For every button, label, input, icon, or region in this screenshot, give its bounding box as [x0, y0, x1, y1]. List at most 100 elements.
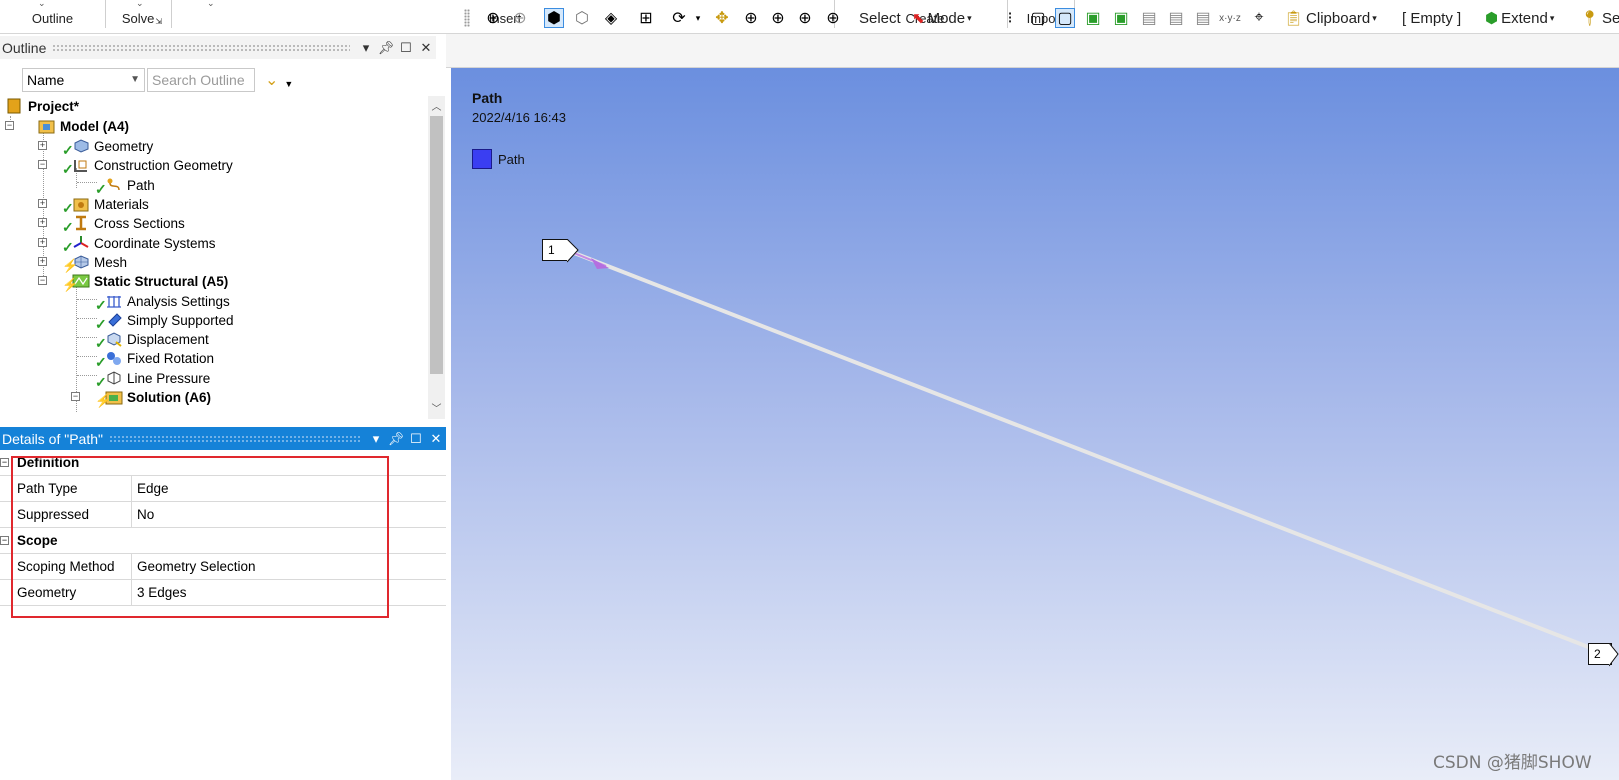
tree-item-displacement[interactable]: ✓ Displacement — [95, 329, 209, 352]
extend-icon: ⬢ — [1485, 10, 1499, 27]
collapse-toggle[interactable]: − — [0, 458, 9, 467]
tree-item-geometry[interactable]: ✓ Geometry — [62, 136, 154, 159]
fixed-rotation-icon: ✓ — [95, 350, 123, 370]
cursor-icon: ⬉ — [912, 10, 925, 27]
collapse-toggle[interactable]: − — [5, 121, 14, 130]
project-icon — [6, 98, 24, 114]
tree-item-cross-sections[interactable]: ✓ Cross Sections — [62, 213, 185, 236]
selection-info-button[interactable]: 📍︎ Se — [1580, 7, 1619, 29]
wireframe-view-icon[interactable]: ⬡ — [572, 8, 592, 28]
filter-chevron-icon[interactable]: ⌄ — [265, 70, 278, 90]
pane-menu-icon[interactable]: ▾ — [366, 431, 386, 447]
magnifier-icon[interactable]: ⊕ — [823, 8, 843, 28]
tree-item-static-structural[interactable]: ⚡ Static Structural (A5) — [62, 271, 228, 293]
expand-toggle[interactable]: + — [38, 238, 47, 247]
caret-down-icon[interactable]: ▼ — [284, 79, 293, 89]
pin-icon[interactable]: 📌︎ — [376, 40, 396, 56]
collapse-toggle[interactable]: − — [0, 536, 9, 545]
pane-menu-icon[interactable]: ▾ — [356, 40, 376, 56]
pan-icon[interactable]: ✥ — [712, 8, 732, 28]
materials-icon: ✓ — [62, 196, 90, 216]
search-outline-input[interactable]: Search Outline — [147, 67, 255, 92]
drag-grip[interactable] — [109, 434, 360, 443]
coordinate-systems-icon: ✓ — [62, 235, 90, 255]
scroll-up-icon[interactable]: ︿ — [428, 98, 445, 114]
tree-item-analysis-settings[interactable]: ✓ Analysis Settings — [95, 291, 230, 314]
tree-item-label: Geometry — [94, 138, 154, 154]
tree-item-line-pressure[interactable]: ✓ Line Pressure — [95, 368, 211, 391]
tree-item-label: Fixed Rotation — [127, 350, 215, 366]
tree-item-label: Line Pressure — [127, 370, 211, 386]
tree-item-materials[interactable]: ✓ Materials — [62, 194, 149, 217]
mode-button[interactable]: ⬉ Mode ▾ — [912, 7, 972, 29]
zoom-out-icon[interactable]: ⊖ — [510, 8, 530, 28]
clipboard-button[interactable]: 📋︎ Clipboard ▾ — [1284, 7, 1377, 29]
select-face-icon[interactable]: ▢ — [1055, 8, 1075, 28]
pick-icon[interactable]: ⌖ — [1249, 8, 1269, 28]
close-icon[interactable]: ✕ — [416, 40, 436, 56]
hide-icon[interactable]: ◈ — [601, 8, 621, 28]
tree-item-label: Project* — [28, 98, 80, 114]
tree-item-label: Path — [127, 177, 155, 193]
collapse-toggle[interactable]: − — [71, 392, 80, 401]
expand-toggle[interactable]: + — [38, 257, 47, 266]
zoom-in-icon[interactable]: ⊕ — [483, 8, 503, 28]
expand-toggle[interactable]: + — [38, 141, 47, 150]
select-edge-icon[interactable]: ▢ — [1028, 8, 1048, 28]
select-mesh-face-icon[interactable]: ▤ — [1166, 8, 1186, 28]
toolbar-grip[interactable] — [464, 9, 470, 27]
highlight-annotation-box — [11, 456, 389, 618]
rotate-icon[interactable]: ⟳ — [669, 8, 689, 28]
ribbon-group-solve[interactable]: Solve ⇲ — [112, 0, 172, 34]
analysis-settings-icon: ✓ — [95, 293, 123, 313]
path-line — [568, 249, 1597, 652]
select-vertex-icon[interactable]: ⁝ — [1000, 8, 1020, 28]
clipboard-icon: 📋︎ — [1284, 10, 1304, 27]
zoom-to-fit-icon[interactable]: ⊕ — [795, 8, 815, 28]
pin-icon[interactable]: 📌︎ — [386, 431, 406, 447]
scroll-thumb[interactable] — [430, 116, 443, 374]
tree-item-fixed-rotation[interactable]: ✓ Fixed Rotation — [95, 348, 215, 371]
displacement-icon: ✓ — [95, 331, 123, 351]
tree-item-simply-supported[interactable]: ✓ Simply Supported — [95, 310, 234, 333]
name-filter-select[interactable]: Name ▼ — [22, 67, 145, 92]
select-button[interactable]: Select — [859, 7, 901, 29]
tree-item-label: Solution (A6) — [127, 389, 211, 405]
select-element-icon[interactable]: ▣ — [1111, 8, 1131, 28]
ribbon-group-outline[interactable]: Outline — [10, 0, 95, 34]
shaded-view-icon[interactable]: ⬢ — [544, 8, 564, 28]
scroll-down-icon[interactable]: ﹀ — [428, 400, 445, 416]
tree-item-label: Materials — [94, 196, 149, 212]
select-node-icon[interactable]: ▤ — [1139, 8, 1159, 28]
chevron-down-icon[interactable]: ▾ — [688, 8, 708, 28]
tree-item-construction-geometry[interactable]: ✓ Construction Geometry — [62, 155, 233, 178]
maximize-icon[interactable]: ☐ — [406, 431, 426, 447]
maximize-icon[interactable]: ☐ — [396, 40, 416, 56]
tree-item-coordinate-systems[interactable]: ✓ Coordinate Systems — [62, 233, 216, 256]
tree-item-project[interactable]: Project* — [6, 96, 79, 116]
simply-supported-icon: ✓ — [95, 312, 123, 332]
tree-item-mesh[interactable]: ⚡ Mesh — [62, 252, 127, 274]
collapse-toggle[interactable]: − — [38, 276, 47, 285]
static-structural-icon: ⚡ — [62, 273, 90, 292]
graphics-viewport[interactable]: Path 2022/4/16 16:43 Path 1 2 — [451, 68, 1619, 780]
outline-scrollbar[interactable]: ︿ ﹀ — [428, 96, 445, 419]
extend-button[interactable]: ⬢ Extend ▾ — [1485, 7, 1554, 29]
collapse-toggle[interactable]: − — [38, 160, 47, 169]
select-body-icon[interactable]: ▣ — [1083, 8, 1103, 28]
tree-item-model[interactable]: Model (A4) — [38, 116, 129, 136]
tree-item-path[interactable]: ✓ Path — [95, 175, 155, 198]
expand-toggle[interactable]: + — [38, 199, 47, 208]
outline-pane-header: Outline ▾ 📌︎ ☐ ✕ — [0, 36, 436, 59]
select-mesh-element-icon[interactable]: ▤ — [1193, 8, 1213, 28]
tree-item-label: Cross Sections — [94, 215, 185, 231]
tree-item-solution[interactable]: ⚡ Solution (A6) — [95, 387, 211, 409]
tag-arrow-icon — [567, 239, 579, 263]
zoom-box-icon[interactable]: ⊕ — [768, 8, 788, 28]
drag-grip[interactable] — [52, 43, 350, 52]
close-icon[interactable]: ✕ — [426, 431, 446, 447]
xyz-icon[interactable]: x·y·z — [1219, 8, 1241, 28]
zoom-icon[interactable]: ⊕ — [741, 8, 761, 28]
expand-toggle[interactable]: + — [38, 218, 47, 227]
section-icon[interactable]: ⊞ — [636, 8, 656, 28]
